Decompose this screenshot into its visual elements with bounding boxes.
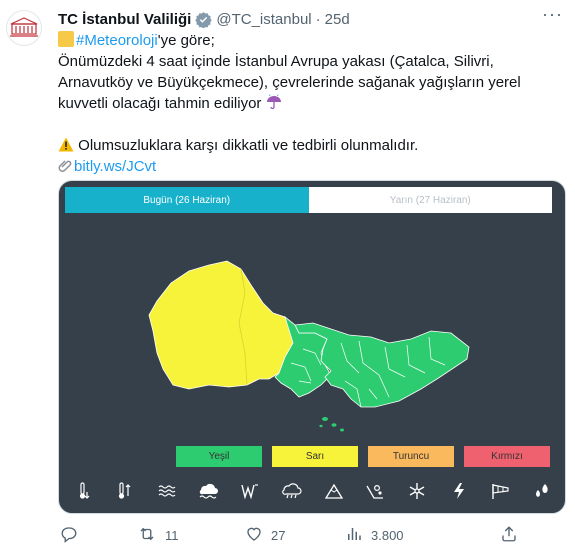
day-tabs: Bugün (26 Haziran) Yarın (27 Haziran) [65,187,552,213]
warning-icon [58,137,74,154]
island-4 [319,424,323,428]
hashtag-link[interactable]: #Meteoroloji [76,32,158,49]
governorship-building-icon [10,17,38,37]
umbrella-rain-icon [266,94,282,112]
tweet-line-1-suffix: 'ye göre; [157,32,215,49]
reply-button[interactable] [60,525,86,546]
windsock-icon[interactable] [490,481,510,501]
views-count: 3.800 [371,527,404,543]
retweet-button[interactable]: 11 [137,525,179,546]
views-chart-icon [345,525,363,546]
like-button[interactable]: 27 [245,525,285,546]
retweet-count: 11 [165,527,179,543]
weather-type-icons [59,477,565,505]
island-1 [322,417,328,421]
island-3 [340,428,344,432]
tweet-line-1: #Meteoroloji'ye göre; [58,30,563,51]
account-name[interactable]: TC İstanbul Valiliği [58,11,191,28]
avatar[interactable] [6,10,42,46]
snow-icon[interactable] [407,481,427,501]
tab-tomorrow[interactable]: Yarın (27 Haziran) [308,187,552,213]
rain-icon[interactable] [282,481,302,501]
legend-red: Kırmızı [464,446,550,467]
downpour-icon[interactable] [532,481,552,501]
istanbul-warning-map [148,260,470,432]
temperature-icon[interactable] [74,481,94,501]
tweet-text: #Meteoroloji'ye göre; Önümüzdeki 4 saat … [58,30,563,177]
tweet-actions: 11 27 3.800 [58,522,563,548]
tweet-line-5-text: Olumsuzluklara karşı dikkatli ve tedbirl… [78,137,419,154]
tweet-line-2: Önümüzdeki 4 saat içinde İstanbul Avrupa… [58,53,494,70]
tweet-line-6: bitly.ws/JCvt [58,156,563,177]
mountain-icon[interactable] [324,481,344,501]
lightning-icon[interactable] [449,481,469,501]
short-link[interactable]: bitly.ws/JCvt [74,158,156,175]
views-button[interactable]: 3.800 [345,525,404,546]
legend-green: Yeşil [176,446,262,467]
map-yellow-region [148,260,296,390]
tweet-header: TC İstanbul Valiliği @TC_istanbul · 25d [58,8,565,30]
account-handle[interactable]: @TC_istanbul [216,11,311,28]
like-count: 27 [271,527,286,543]
legend-yellow: Sarı [272,446,358,467]
tweet-line-4: kuvvetli olacağı tahmin ediliyor [58,93,563,114]
text-spacer [58,114,563,135]
tab-today[interactable]: Bugün (26 Haziran) [65,187,309,213]
separator-dot: · [315,10,321,28]
tweet-line-3: Arnavutköy ve Büyükçekmece), çevrelerind… [58,74,521,91]
share-icon [500,525,518,546]
tweet-line-4-text: kuvvetli olacağı tahmin ediliyor [58,95,262,112]
weather-alert-card[interactable]: Bugün (26 Haziran) Yarın (27 Haziran) Ye… [58,180,566,514]
paperclip-icon [58,158,74,175]
warning-legend: Yeşil Sarı Turuncu Kırmızı [176,446,550,467]
avalanche-icon[interactable] [365,481,385,501]
island-2 [331,423,337,427]
fog-icon[interactable] [157,481,177,501]
legend-orange: Turuncu [368,446,454,467]
share-button[interactable] [500,525,518,546]
more-options-icon[interactable]: ··· [542,4,563,25]
reply-icon [60,525,78,546]
wind-icon[interactable] [240,481,260,501]
retweet-icon [137,525,157,546]
heart-icon [245,525,263,546]
temperature-change-icon[interactable] [115,481,135,501]
tweet-age[interactable]: 25d [325,11,350,28]
tweet: TC İstanbul Valiliği @TC_istanbul · 25d … [0,0,575,554]
hail-icon[interactable] [199,481,219,501]
tweet-line-5: Olumsuzluklara karşı dikkatli ve tedbirl… [58,135,563,156]
yellow-square-emoji-icon [58,31,74,47]
verified-badge-icon [195,11,213,28]
